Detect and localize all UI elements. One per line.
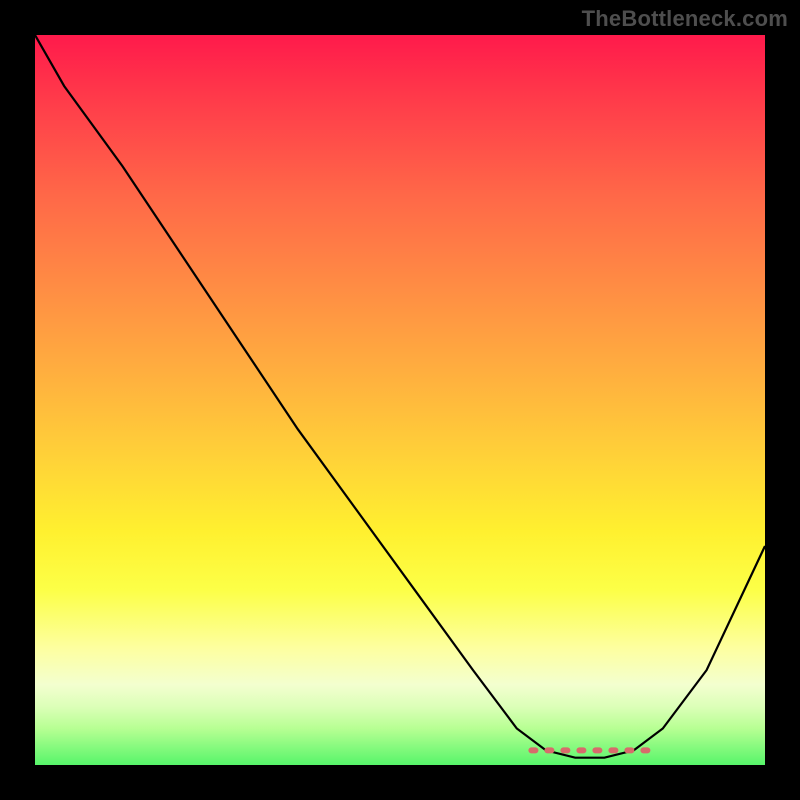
chart-frame: TheBottleneck.com [0, 0, 800, 800]
curve-svg [35, 35, 765, 765]
watermark-text: TheBottleneck.com [582, 6, 788, 32]
gradient-plot-area [35, 35, 765, 765]
bottleneck-curve [35, 35, 765, 758]
